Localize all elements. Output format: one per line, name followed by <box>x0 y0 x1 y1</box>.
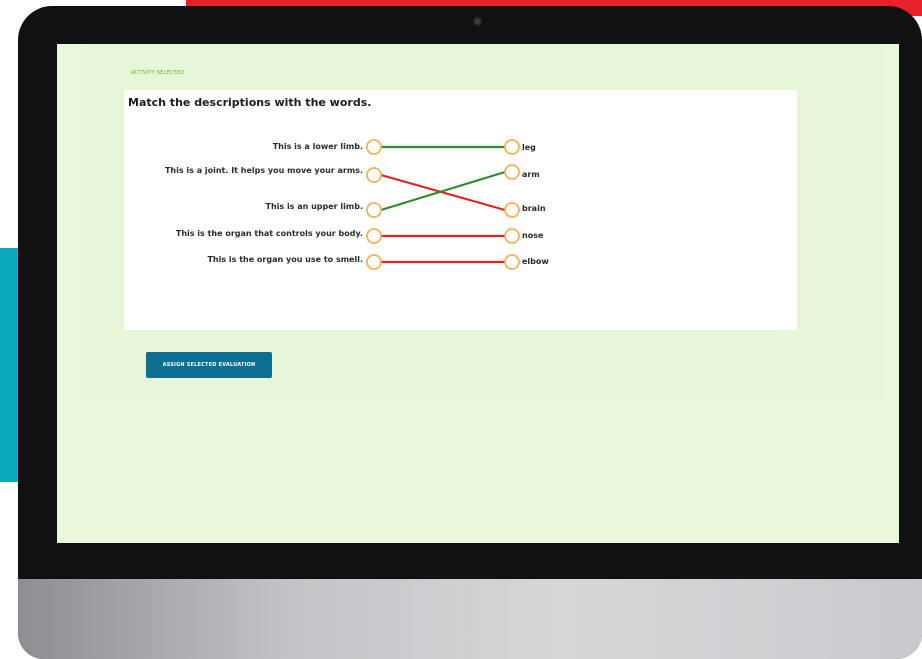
monitor-frame: ACTIVITY SELECTED Match the descriptions… <box>18 6 922 659</box>
right-connector-icon[interactable] <box>504 254 520 270</box>
monitor-chin <box>18 579 922 659</box>
right-connector-icon[interactable] <box>504 228 520 244</box>
exercise-panel: Match the descriptions with the words. T… <box>124 90 797 330</box>
screen: ACTIVITY SELECTED Match the descriptions… <box>57 44 899 543</box>
assign-evaluation-button[interactable]: ASSIGN SELECTED EVALUATION <box>146 352 272 378</box>
right-connector-icon[interactable] <box>504 164 520 180</box>
breadcrumb: ACTIVITY SELECTED <box>131 70 185 76</box>
left-connector-icon[interactable] <box>366 254 382 270</box>
left-connector-icon[interactable] <box>366 167 382 183</box>
left-connector-icon[interactable] <box>366 202 382 218</box>
webcam-icon <box>473 17 482 26</box>
right-connector-icon[interactable] <box>504 139 520 155</box>
left-connector-icon[interactable] <box>366 228 382 244</box>
left-connector-icon[interactable] <box>366 139 382 155</box>
matching-board <box>366 139 520 270</box>
right-connector-icon[interactable] <box>504 202 520 218</box>
